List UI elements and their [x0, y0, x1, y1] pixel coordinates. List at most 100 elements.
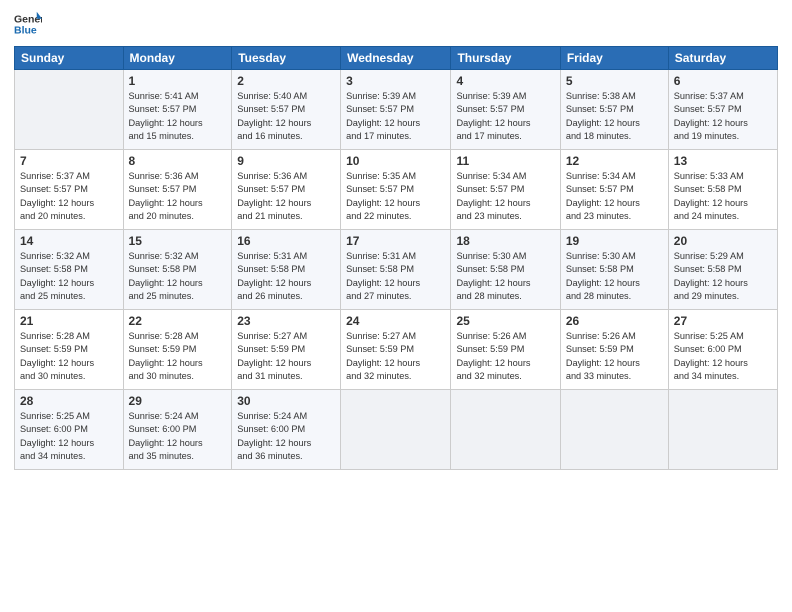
day-number: 12 — [566, 154, 663, 168]
calendar-cell: 11 Sunrise: 5:34 AM Sunset: 5:57 PM Dayli… — [451, 150, 560, 230]
day-number: 23 — [237, 314, 335, 328]
day-number: 24 — [346, 314, 445, 328]
day-number: 9 — [237, 154, 335, 168]
calendar-header-row: SundayMondayTuesdayWednesdayThursdayFrid… — [15, 47, 778, 70]
day-number: 7 — [20, 154, 118, 168]
calendar-cell: 17 Sunrise: 5:31 AM Sunset: 5:58 PM Dayli… — [341, 230, 451, 310]
day-info: Sunrise: 5:24 AM Sunset: 6:00 PM Dayligh… — [237, 410, 335, 463]
day-info: Sunrise: 5:36 AM Sunset: 5:57 PM Dayligh… — [237, 170, 335, 223]
day-number: 28 — [20, 394, 118, 408]
calendar-cell: 24Sunrise: 5:27 AM Sunset: 5:59 PM Dayli… — [341, 310, 451, 390]
day-number: 10 — [346, 154, 445, 168]
calendar-cell — [560, 390, 668, 470]
day-info: Sunrise: 5:31 AM Sunset: 5:58 PM Dayligh… — [346, 250, 445, 303]
day-info: Sunrise: 5:31 AM Sunset: 5:58 PM Dayligh… — [237, 250, 335, 303]
column-header-saturday: Saturday — [668, 47, 777, 70]
day-number: 14 — [20, 234, 118, 248]
calendar-cell: 6 Sunrise: 5:37 AM Sunset: 5:57 PM Daylig… — [668, 70, 777, 150]
day-info: Sunrise: 5:37 AM Sunset: 5:57 PM Dayligh… — [674, 90, 772, 143]
calendar-cell: 30 Sunrise: 5:24 AM Sunset: 6:00 PM Dayli… — [232, 390, 341, 470]
calendar-cell — [15, 70, 124, 150]
calendar-cell: 3Sunrise: 5:39 AM Sunset: 5:57 PM Daylig… — [341, 70, 451, 150]
day-number: 4 — [456, 74, 554, 88]
logo-icon: General Blue — [14, 10, 42, 38]
day-number: 18 — [456, 234, 554, 248]
day-info: Sunrise: 5:35 AM Sunset: 5:57 PM Dayligh… — [346, 170, 445, 223]
day-number: 6 — [674, 74, 772, 88]
calendar-cell: 10 Sunrise: 5:35 AM Sunset: 5:57 PM Dayli… — [341, 150, 451, 230]
day-info: Sunrise: 5:37 AM Sunset: 5:57 PM Dayligh… — [20, 170, 118, 223]
day-number: 8 — [129, 154, 227, 168]
calendar-row-0: 1Sunrise: 5:41 AM Sunset: 5:57 PM Daylig… — [15, 70, 778, 150]
column-header-monday: Monday — [123, 47, 232, 70]
day-info: Sunrise: 5:34 AM Sunset: 5:57 PM Dayligh… — [566, 170, 663, 223]
calendar-cell: 7 Sunrise: 5:37 AM Sunset: 5:57 PM Daylig… — [15, 150, 124, 230]
calendar-table: SundayMondayTuesdayWednesdayThursdayFrid… — [14, 46, 778, 470]
day-number: 26 — [566, 314, 663, 328]
day-number: 13 — [674, 154, 772, 168]
calendar-cell: 21Sunrise: 5:28 AM Sunset: 5:59 PM Dayli… — [15, 310, 124, 390]
day-number: 1 — [129, 74, 227, 88]
calendar-cell: 15 Sunrise: 5:32 AM Sunset: 5:58 PM Dayli… — [123, 230, 232, 310]
day-info: Sunrise: 5:32 AM Sunset: 5:58 PM Dayligh… — [20, 250, 118, 303]
day-info: Sunrise: 5:30 AM Sunset: 5:58 PM Dayligh… — [566, 250, 663, 303]
day-number: 29 — [129, 394, 227, 408]
svg-text:Blue: Blue — [14, 25, 37, 37]
column-header-friday: Friday — [560, 47, 668, 70]
day-info: Sunrise: 5:24 AM Sunset: 6:00 PM Dayligh… — [129, 410, 227, 463]
day-number: 30 — [237, 394, 335, 408]
calendar-cell: 28 Sunrise: 5:25 AM Sunset: 6:00 PM Dayli… — [15, 390, 124, 470]
day-info: Sunrise: 5:28 AM Sunset: 5:59 PM Dayligh… — [129, 330, 227, 383]
day-info: Sunrise: 5:34 AM Sunset: 5:57 PM Dayligh… — [456, 170, 554, 223]
calendar-cell: 13 Sunrise: 5:33 AM Sunset: 5:58 PM Dayli… — [668, 150, 777, 230]
calendar-cell: 26 Sunrise: 5:26 AM Sunset: 5:59 PM Dayli… — [560, 310, 668, 390]
calendar-cell: 2 Sunrise: 5:40 AM Sunset: 5:57 PM Daylig… — [232, 70, 341, 150]
calendar-cell — [341, 390, 451, 470]
day-number: 2 — [237, 74, 335, 88]
day-number: 20 — [674, 234, 772, 248]
calendar-cell: 29 Sunrise: 5:24 AM Sunset: 6:00 PM Dayli… — [123, 390, 232, 470]
calendar-cell: 12 Sunrise: 5:34 AM Sunset: 5:57 PM Dayli… — [560, 150, 668, 230]
day-number: 19 — [566, 234, 663, 248]
day-info: Sunrise: 5:32 AM Sunset: 5:58 PM Dayligh… — [129, 250, 227, 303]
calendar-row-3: 21Sunrise: 5:28 AM Sunset: 5:59 PM Dayli… — [15, 310, 778, 390]
calendar-cell: 22 Sunrise: 5:28 AM Sunset: 5:59 PM Dayli… — [123, 310, 232, 390]
day-number: 5 — [566, 74, 663, 88]
calendar-cell: 4 Sunrise: 5:39 AM Sunset: 5:57 PM Daylig… — [451, 70, 560, 150]
day-info: Sunrise: 5:39 AM Sunset: 5:57 PM Dayligh… — [456, 90, 554, 143]
day-info: Sunrise: 5:36 AM Sunset: 5:57 PM Dayligh… — [129, 170, 227, 223]
day-number: 15 — [129, 234, 227, 248]
calendar-row-2: 14 Sunrise: 5:32 AM Sunset: 5:58 PM Dayli… — [15, 230, 778, 310]
day-number: 3 — [346, 74, 445, 88]
column-header-thursday: Thursday — [451, 47, 560, 70]
day-info: Sunrise: 5:28 AM Sunset: 5:59 PM Dayligh… — [20, 330, 118, 383]
calendar-cell: 23 Sunrise: 5:27 AM Sunset: 5:59 PM Dayli… — [232, 310, 341, 390]
calendar-cell: 16Sunrise: 5:31 AM Sunset: 5:58 PM Dayli… — [232, 230, 341, 310]
day-info: Sunrise: 5:26 AM Sunset: 5:59 PM Dayligh… — [456, 330, 554, 383]
calendar-cell: 14 Sunrise: 5:32 AM Sunset: 5:58 PM Dayli… — [15, 230, 124, 310]
calendar-row-1: 7 Sunrise: 5:37 AM Sunset: 5:57 PM Daylig… — [15, 150, 778, 230]
day-number: 25 — [456, 314, 554, 328]
day-info: Sunrise: 5:40 AM Sunset: 5:57 PM Dayligh… — [237, 90, 335, 143]
day-info: Sunrise: 5:27 AM Sunset: 5:59 PM Dayligh… — [237, 330, 335, 383]
calendar-cell: 5 Sunrise: 5:38 AM Sunset: 5:57 PM Daylig… — [560, 70, 668, 150]
calendar-cell: 9 Sunrise: 5:36 AM Sunset: 5:57 PM Daylig… — [232, 150, 341, 230]
day-info: Sunrise: 5:26 AM Sunset: 5:59 PM Dayligh… — [566, 330, 663, 383]
column-header-tuesday: Tuesday — [232, 47, 341, 70]
day-number: 22 — [129, 314, 227, 328]
day-number: 27 — [674, 314, 772, 328]
day-info: Sunrise: 5:25 AM Sunset: 6:00 PM Dayligh… — [674, 330, 772, 383]
day-info: Sunrise: 5:38 AM Sunset: 5:57 PM Dayligh… — [566, 90, 663, 143]
logo: General Blue — [14, 10, 42, 38]
calendar-cell: 19 Sunrise: 5:30 AM Sunset: 5:58 PM Dayli… — [560, 230, 668, 310]
calendar-cell: 25 Sunrise: 5:26 AM Sunset: 5:59 PM Dayli… — [451, 310, 560, 390]
page: General Blue SundayMondayTuesdayWednesda… — [0, 0, 792, 612]
day-info: Sunrise: 5:25 AM Sunset: 6:00 PM Dayligh… — [20, 410, 118, 463]
day-info: Sunrise: 5:29 AM Sunset: 5:58 PM Dayligh… — [674, 250, 772, 303]
day-number: 11 — [456, 154, 554, 168]
day-number: 17 — [346, 234, 445, 248]
column-header-wednesday: Wednesday — [341, 47, 451, 70]
calendar-cell — [668, 390, 777, 470]
day-info: Sunrise: 5:33 AM Sunset: 5:58 PM Dayligh… — [674, 170, 772, 223]
calendar-cell: 1Sunrise: 5:41 AM Sunset: 5:57 PM Daylig… — [123, 70, 232, 150]
